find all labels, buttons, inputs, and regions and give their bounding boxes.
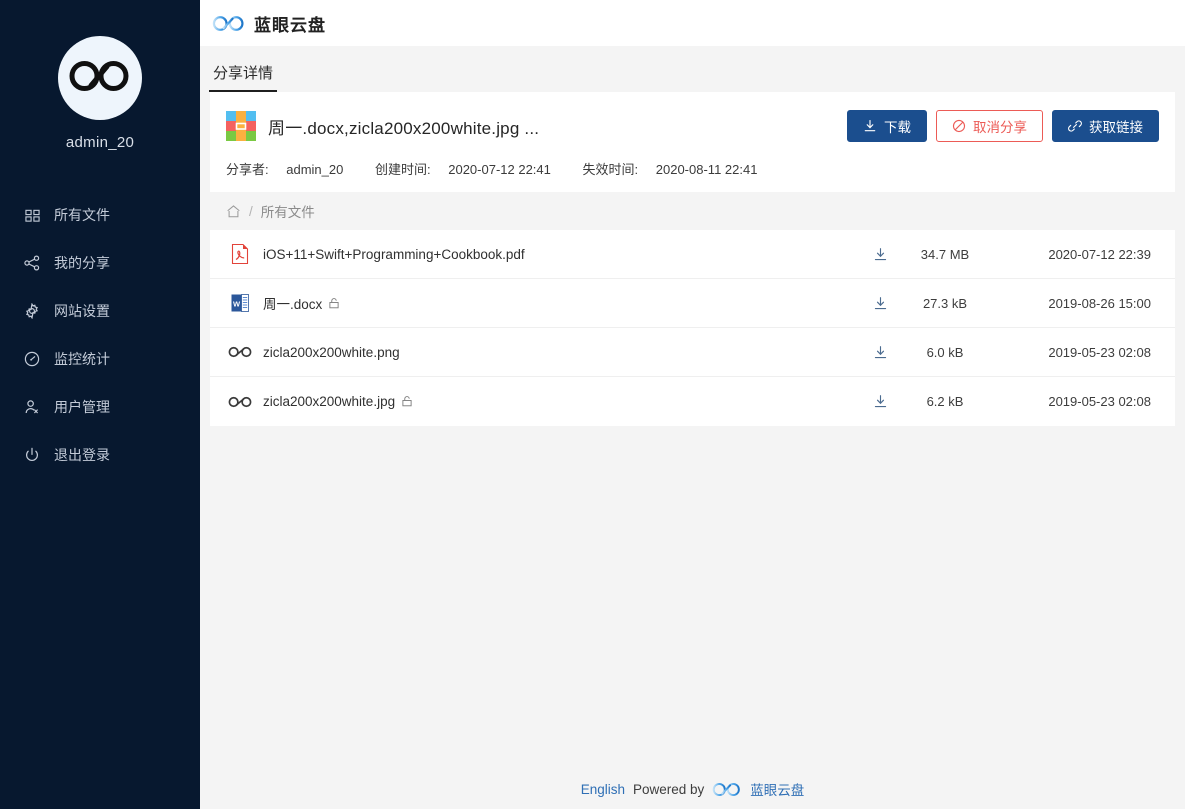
share-summary-card: 周一.docx,zicla200x200white.jpg ... 下载 [210,92,1175,192]
power-icon [22,445,42,465]
ban-icon [952,119,966,133]
download-icon [863,119,877,133]
sidebar-item-site-settings[interactable]: 网站设置 [0,287,200,335]
download-button-label: 下载 [884,116,911,136]
language-link[interactable]: English [581,782,625,797]
gear-icon [22,301,42,321]
cancel-share-button-label: 取消分享 [973,116,1027,136]
topbar: 蓝眼云盘 [200,0,1185,46]
sidebar-item-label: 所有文件 [54,205,110,225]
file-size: 6.0 kB [889,345,1001,360]
lock-icon [401,395,414,408]
file-name: 周一.docx [263,293,341,313]
grid-icon [22,205,42,225]
sidebar-item-label: 退出登录 [54,445,110,465]
multi-file-icon [226,111,256,141]
share-meta-created-value: 2020-07-12 22:41 [448,162,551,177]
download-icon[interactable] [871,345,889,360]
download-icon[interactable] [871,296,889,311]
file-date: 2019-08-26 15:00 [1001,296,1151,311]
table-row[interactable]: iOS+11+Swift+Programming+Cookbook.pdf 34… [210,230,1175,279]
sidebar-item-label: 用户管理 [54,397,110,417]
file-list: iOS+11+Swift+Programming+Cookbook.pdf 34… [210,230,1175,426]
infinity-logo-icon[interactable] [212,13,246,33]
share-meta-sharer: 分享者: admin_20 [226,162,357,177]
share-meta-sharer-label: 分享者: [226,162,269,177]
download-button[interactable]: 下载 [847,110,927,142]
gauge-icon [22,349,42,369]
download-icon[interactable] [871,394,889,409]
file-date: 2020-07-12 22:39 [1001,247,1151,262]
file-size: 6.2 kB [889,394,1001,409]
file-size: 27.3 kB [889,296,1001,311]
breadcrumb-separator: / [249,204,253,219]
infinity-logo-icon [712,781,742,798]
download-icon[interactable] [871,247,889,262]
file-name-text: 周一.docx [263,293,322,313]
home-icon[interactable] [226,204,241,219]
sidebar-item-label: 我的分享 [54,253,110,273]
lock-icon [328,297,341,310]
image-file-icon [228,390,252,414]
table-row[interactable]: zicla200x200white.png 6.0 kB 2019-05-23 … [210,328,1175,377]
file-name: iOS+11+Swift+Programming+Cookbook.pdf [263,247,525,262]
file-date: 2019-05-23 02:08 [1001,345,1151,360]
share-meta: 分享者: admin_20 创建时间: 2020-07-12 22:41 失效时… [226,159,1159,178]
tab-strip: 分享详情 [200,46,1185,92]
sidebar-item-label: 网站设置 [54,301,110,321]
share-meta-expires: 失效时间: 2020-08-11 22:41 [583,162,772,177]
link-icon [1068,119,1082,133]
image-file-icon [228,340,252,364]
infinity-logo-icon [69,58,131,99]
file-name-text: iOS+11+Swift+Programming+Cookbook.pdf [263,247,525,262]
main-area: 蓝眼云盘 分享详情 [200,0,1185,809]
share-icon [22,253,42,273]
file-name: zicla200x200white.png [263,345,400,360]
share-actions: 下载 取消分享 [847,110,1159,142]
content-area: 周一.docx,zicla200x200white.jpg ... 下载 [200,92,1185,769]
svg-text:W: W [233,299,241,308]
share-meta-expires-value: 2020-08-11 22:41 [656,162,758,177]
file-size: 34.7 MB [889,247,1001,262]
file-name-text: zicla200x200white.png [263,345,400,360]
sidebar-username: admin_20 [0,134,200,151]
sidebar-item-monitoring[interactable]: 监控统计 [0,335,200,383]
get-link-button[interactable]: 获取链接 [1052,110,1159,142]
sidebar: admin_20 所有文件 我的分享 [0,0,200,809]
footer: English Powered by 蓝眼云盘 [200,769,1185,809]
share-meta-sharer-value: admin_20 [286,162,343,177]
sidebar-item-label: 监控统计 [54,349,110,369]
brand-name: 蓝眼云盘 [254,11,326,36]
breadcrumb-item-all-files[interactable]: 所有文件 [261,201,315,221]
cancel-share-button[interactable]: 取消分享 [936,110,1043,142]
user-icon [22,397,42,417]
sidebar-nav: 所有文件 我的分享 网站设置 [0,191,200,479]
file-name-text: zicla200x200white.jpg [263,394,395,409]
file-name: zicla200x200white.jpg [263,394,414,409]
share-meta-created-label: 创建时间: [375,162,431,177]
sidebar-item-my-shares[interactable]: 我的分享 [0,239,200,287]
sidebar-item-logout[interactable]: 退出登录 [0,431,200,479]
pdf-file-icon [228,242,252,266]
share-title: 周一.docx,zicla200x200white.jpg ... [268,114,539,139]
share-meta-created: 创建时间: 2020-07-12 22:41 [375,162,565,177]
powered-by-label: Powered by [633,782,704,797]
tab-share-detail[interactable]: 分享详情 [209,62,277,92]
share-summary-header: 周一.docx,zicla200x200white.jpg ... 下载 [226,110,1159,142]
table-row[interactable]: W 周一.docx [210,279,1175,328]
sidebar-item-all-files[interactable]: 所有文件 [0,191,200,239]
file-date: 2019-05-23 02:08 [1001,394,1151,409]
share-meta-expires-label: 失效时间: [583,162,639,177]
table-row[interactable]: zicla200x200white.jpg 6.2 [210,377,1175,426]
word-file-icon: W [228,291,252,315]
sidebar-item-user-management[interactable]: 用户管理 [0,383,200,431]
app-root: admin_20 所有文件 我的分享 [0,0,1185,809]
get-link-button-label: 获取链接 [1089,116,1143,136]
avatar-container [0,36,200,120]
footer-brand[interactable]: 蓝眼云盘 [750,779,804,799]
avatar [58,36,142,120]
breadcrumb: / 所有文件 [208,192,1177,230]
